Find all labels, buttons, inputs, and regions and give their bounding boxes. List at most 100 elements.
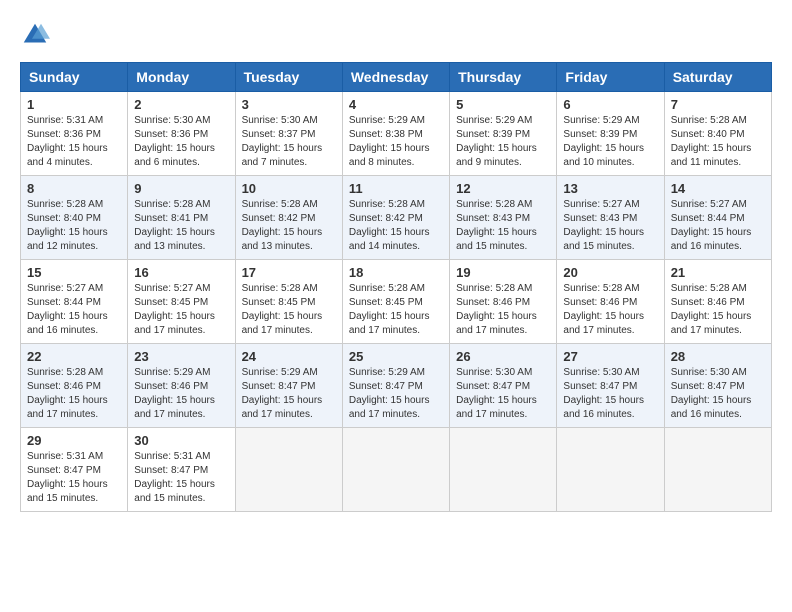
day-info: Sunrise: 5:29 AM Sunset: 8:47 PM Dayligh…: [349, 366, 443, 422]
calendar-cell: 19 Sunrise: 5:28 AM Sunset: 8:46 PM Dayl…: [450, 260, 557, 344]
sunset-label: Sunset: 8:44 PM: [27, 297, 101, 308]
daylight-label: Daylight: 15 hours: [134, 227, 215, 238]
daylight-minutes: and 8 minutes.: [349, 157, 415, 168]
calendar-cell: 12 Sunrise: 5:28 AM Sunset: 8:43 PM Dayl…: [450, 176, 557, 260]
day-number: 6: [563, 97, 657, 112]
day-number: 8: [27, 181, 121, 196]
calendar-cell: 13 Sunrise: 5:27 AM Sunset: 8:43 PM Dayl…: [557, 176, 664, 260]
daylight-minutes: and 17 minutes.: [27, 409, 98, 420]
calendar-cell: 28 Sunrise: 5:30 AM Sunset: 8:47 PM Dayl…: [664, 344, 771, 428]
sunset-label: Sunset: 8:47 PM: [563, 381, 637, 392]
day-number: 23: [134, 349, 228, 364]
daylight-label: Daylight: 15 hours: [456, 311, 537, 322]
daylight-label: Daylight: 15 hours: [563, 227, 644, 238]
daylight-minutes: and 10 minutes.: [563, 157, 634, 168]
calendar-cell: 27 Sunrise: 5:30 AM Sunset: 8:47 PM Dayl…: [557, 344, 664, 428]
calendar-cell: 7 Sunrise: 5:28 AM Sunset: 8:40 PM Dayli…: [664, 92, 771, 176]
daylight-label: Daylight: 15 hours: [27, 479, 108, 490]
day-number: 10: [242, 181, 336, 196]
day-number: 18: [349, 265, 443, 280]
daylight-minutes: and 17 minutes.: [242, 325, 313, 336]
sunrise-label: Sunrise: 5:30 AM: [134, 115, 210, 126]
day-number: 9: [134, 181, 228, 196]
calendar-cell: 24 Sunrise: 5:29 AM Sunset: 8:47 PM Dayl…: [235, 344, 342, 428]
day-number: 7: [671, 97, 765, 112]
calendar-cell: 9 Sunrise: 5:28 AM Sunset: 8:41 PM Dayli…: [128, 176, 235, 260]
daylight-minutes: and 17 minutes.: [671, 325, 742, 336]
daylight-label: Daylight: 15 hours: [671, 395, 752, 406]
daylight-label: Daylight: 15 hours: [134, 143, 215, 154]
daylight-minutes: and 17 minutes.: [563, 325, 634, 336]
sunset-label: Sunset: 8:40 PM: [671, 129, 745, 140]
daylight-label: Daylight: 15 hours: [563, 311, 644, 322]
day-info: Sunrise: 5:28 AM Sunset: 8:41 PM Dayligh…: [134, 198, 228, 254]
logo-icon: [20, 20, 50, 50]
daylight-label: Daylight: 15 hours: [349, 311, 430, 322]
daylight-label: Daylight: 15 hours: [456, 227, 537, 238]
day-number: 5: [456, 97, 550, 112]
daylight-label: Daylight: 15 hours: [27, 311, 108, 322]
daylight-minutes: and 17 minutes.: [242, 409, 313, 420]
day-number: 2: [134, 97, 228, 112]
sunset-label: Sunset: 8:47 PM: [456, 381, 530, 392]
calendar-cell: [342, 428, 449, 512]
daylight-minutes: and 16 minutes.: [671, 409, 742, 420]
header-sunday: Sunday: [21, 63, 128, 92]
day-info: Sunrise: 5:28 AM Sunset: 8:46 PM Dayligh…: [27, 366, 121, 422]
daylight-minutes: and 7 minutes.: [242, 157, 308, 168]
calendar-cell: 2 Sunrise: 5:30 AM Sunset: 8:36 PM Dayli…: [128, 92, 235, 176]
sunset-label: Sunset: 8:45 PM: [134, 297, 208, 308]
daylight-label: Daylight: 15 hours: [456, 395, 537, 406]
calendar-cell: 30 Sunrise: 5:31 AM Sunset: 8:47 PM Dayl…: [128, 428, 235, 512]
sunrise-label: Sunrise: 5:29 AM: [134, 367, 210, 378]
sunset-label: Sunset: 8:39 PM: [456, 129, 530, 140]
sunrise-label: Sunrise: 5:29 AM: [242, 367, 318, 378]
calendar-cell: 11 Sunrise: 5:28 AM Sunset: 8:42 PM Dayl…: [342, 176, 449, 260]
daylight-minutes: and 17 minutes.: [456, 325, 527, 336]
calendar-cell: [235, 428, 342, 512]
day-info: Sunrise: 5:27 AM Sunset: 8:45 PM Dayligh…: [134, 282, 228, 338]
header-friday: Friday: [557, 63, 664, 92]
sunrise-label: Sunrise: 5:31 AM: [27, 115, 103, 126]
day-info: Sunrise: 5:31 AM Sunset: 8:47 PM Dayligh…: [134, 450, 228, 506]
calendar-cell: 10 Sunrise: 5:28 AM Sunset: 8:42 PM Dayl…: [235, 176, 342, 260]
calendar-cell: 21 Sunrise: 5:28 AM Sunset: 8:46 PM Dayl…: [664, 260, 771, 344]
daylight-minutes: and 17 minutes.: [349, 409, 420, 420]
calendar-cell: 18 Sunrise: 5:28 AM Sunset: 8:45 PM Dayl…: [342, 260, 449, 344]
calendar-week-row: 15 Sunrise: 5:27 AM Sunset: 8:44 PM Dayl…: [21, 260, 772, 344]
sunrise-label: Sunrise: 5:30 AM: [456, 367, 532, 378]
daylight-label: Daylight: 15 hours: [134, 479, 215, 490]
sunrise-label: Sunrise: 5:28 AM: [27, 199, 103, 210]
day-info: Sunrise: 5:28 AM Sunset: 8:46 PM Dayligh…: [563, 282, 657, 338]
sunset-label: Sunset: 8:47 PM: [134, 465, 208, 476]
daylight-minutes: and 13 minutes.: [134, 241, 205, 252]
calendar-week-row: 22 Sunrise: 5:28 AM Sunset: 8:46 PM Dayl…: [21, 344, 772, 428]
calendar-cell: [664, 428, 771, 512]
sunset-label: Sunset: 8:39 PM: [563, 129, 637, 140]
calendar-week-row: 29 Sunrise: 5:31 AM Sunset: 8:47 PM Dayl…: [21, 428, 772, 512]
sunrise-label: Sunrise: 5:28 AM: [27, 367, 103, 378]
sunrise-label: Sunrise: 5:31 AM: [27, 451, 103, 462]
day-info: Sunrise: 5:29 AM Sunset: 8:47 PM Dayligh…: [242, 366, 336, 422]
daylight-label: Daylight: 15 hours: [349, 395, 430, 406]
sunset-label: Sunset: 8:37 PM: [242, 129, 316, 140]
day-number: 22: [27, 349, 121, 364]
daylight-minutes: and 13 minutes.: [242, 241, 313, 252]
daylight-label: Daylight: 15 hours: [242, 143, 323, 154]
sunset-label: Sunset: 8:47 PM: [27, 465, 101, 476]
calendar-cell: 25 Sunrise: 5:29 AM Sunset: 8:47 PM Dayl…: [342, 344, 449, 428]
day-info: Sunrise: 5:31 AM Sunset: 8:47 PM Dayligh…: [27, 450, 121, 506]
sunset-label: Sunset: 8:36 PM: [27, 129, 101, 140]
sunset-label: Sunset: 8:42 PM: [242, 213, 316, 224]
daylight-minutes: and 17 minutes.: [134, 409, 205, 420]
day-number: 14: [671, 181, 765, 196]
sunset-label: Sunset: 8:47 PM: [242, 381, 316, 392]
day-info: Sunrise: 5:30 AM Sunset: 8:37 PM Dayligh…: [242, 114, 336, 170]
day-number: 17: [242, 265, 336, 280]
day-info: Sunrise: 5:30 AM Sunset: 8:47 PM Dayligh…: [456, 366, 550, 422]
daylight-label: Daylight: 15 hours: [671, 227, 752, 238]
calendar-cell: 26 Sunrise: 5:30 AM Sunset: 8:47 PM Dayl…: [450, 344, 557, 428]
sunset-label: Sunset: 8:46 PM: [671, 297, 745, 308]
day-info: Sunrise: 5:30 AM Sunset: 8:36 PM Dayligh…: [134, 114, 228, 170]
day-number: 30: [134, 433, 228, 448]
